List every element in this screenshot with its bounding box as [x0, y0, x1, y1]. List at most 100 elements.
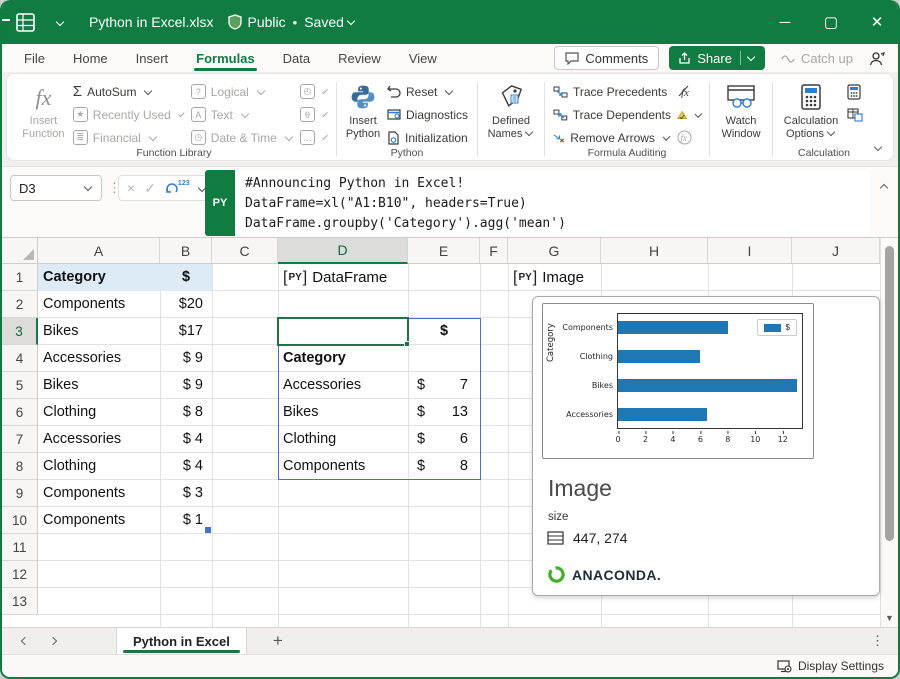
cell-d7[interactable]: Clothing	[278, 426, 408, 453]
cell-a8[interactable]: Clothing	[38, 453, 160, 480]
sheet-tab-python-in-excel[interactable]: Python in Excel	[116, 628, 247, 654]
calculation-options-button[interactable]: Calculation Options	[778, 80, 844, 143]
cell-d4[interactable]: Category	[278, 345, 408, 372]
trace-dependents-button[interactable]: Trace Dependents	[550, 104, 674, 125]
cancel-icon[interactable]: ×	[127, 180, 135, 196]
tab-data[interactable]: Data	[279, 44, 314, 72]
column-header-g[interactable]: G	[508, 238, 601, 264]
cell-e5[interactable]: $7	[408, 372, 480, 399]
lookup-reference-button[interactable]: ◴	[297, 81, 331, 102]
add-sheet-button[interactable]: +	[247, 628, 309, 654]
name-box[interactable]: D3	[10, 175, 102, 201]
row-header-6[interactable]: 6	[2, 399, 38, 426]
row-header-1[interactable]: 1	[2, 264, 38, 291]
python-image-card[interactable]: Category Components Clothing Bikes Acces…	[532, 296, 880, 596]
cell-b2[interactable]: $20	[160, 291, 212, 318]
people-icon[interactable]	[869, 51, 886, 66]
calculate-now-button[interactable]	[844, 81, 870, 102]
cell-a5[interactable]: Bikes	[38, 372, 160, 399]
cell-b8[interactable]: $ 4	[160, 453, 212, 480]
cell-b9[interactable]: $ 3	[160, 480, 212, 507]
cell-d5[interactable]: Accessories	[278, 372, 408, 399]
cell-g1[interactable]: PY Image	[508, 264, 601, 291]
cell-e7[interactable]: $6	[408, 426, 480, 453]
more-functions-button[interactable]: …	[297, 127, 331, 148]
watch-window-button[interactable]: Watch Window	[718, 80, 763, 143]
range-corner-handle[interactable]	[205, 527, 211, 533]
tab-view[interactable]: View	[405, 44, 441, 72]
select-all-button[interactable]	[2, 238, 38, 264]
minimize-button[interactable]: ─	[762, 0, 808, 44]
defined-names-button[interactable]: Defined Names	[485, 80, 538, 143]
comments-button[interactable]: Comments	[554, 46, 659, 70]
row-header-9[interactable]: 9	[2, 480, 38, 507]
cell-a6[interactable]: Clothing	[38, 399, 160, 426]
close-button[interactable]: ✕	[854, 0, 900, 44]
cell-b6[interactable]: $ 8	[160, 399, 212, 426]
quick-access-chevron-icon[interactable]	[57, 19, 63, 25]
column-header-d[interactable]: D	[278, 238, 408, 264]
recently-used-button[interactable]: ★ Recently Used	[70, 104, 188, 125]
column-header-e[interactable]: E	[408, 238, 480, 264]
scrollbar-thumb[interactable]	[885, 246, 894, 541]
cell-a3[interactable]: Bikes	[38, 318, 160, 345]
formula-input[interactable]: #Announcing Python in Excel! DataFrame=x…	[235, 170, 870, 236]
cell-a4[interactable]: Accessories	[38, 345, 160, 372]
cell-b5[interactable]: $ 9	[160, 372, 212, 399]
error-checking-button[interactable]	[674, 104, 706, 125]
column-header-i[interactable]: I	[708, 238, 792, 264]
autosum-button[interactable]: Σ AutoSum	[70, 81, 188, 102]
diagnostics-button[interactable]: Diagnostics	[384, 104, 471, 125]
save-status[interactable]: Saved	[304, 14, 344, 30]
financial-button[interactable]: ≣ Financial	[70, 127, 188, 148]
row-header-3[interactable]: 3	[2, 318, 38, 345]
cell-d8[interactable]: Components	[278, 453, 408, 480]
calculate-sheet-button[interactable]	[844, 104, 870, 125]
row-header-11[interactable]: 11	[2, 534, 38, 561]
cell-e3[interactable]: $	[408, 318, 480, 345]
cell-d1[interactable]: PY DataFrame	[278, 264, 408, 291]
tab-file[interactable]: File	[20, 44, 49, 72]
save-status-chevron-icon[interactable]	[347, 17, 355, 25]
row-header-4[interactable]: 4	[2, 345, 38, 372]
column-header-j[interactable]: J	[792, 238, 880, 264]
cell-b7[interactable]: $ 4	[160, 426, 212, 453]
text-button[interactable]: A Text	[188, 104, 297, 125]
sheet-next-icon[interactable]	[49, 637, 57, 645]
remove-arrows-button[interactable]: Remove Arrows	[550, 127, 674, 148]
cell-e8[interactable]: $8	[408, 453, 480, 480]
tab-insert[interactable]: Insert	[132, 44, 173, 72]
logical-button[interactable]: ? Logical	[188, 81, 297, 102]
insert-python-button[interactable]: Insert Python	[342, 80, 384, 143]
row-header-8[interactable]: 8	[2, 453, 38, 480]
ribbon-collapse-chevron-icon[interactable]	[874, 143, 882, 151]
python-output-icon[interactable]: 123	[165, 182, 190, 195]
row-header-12[interactable]: 12	[2, 561, 38, 588]
date-time-button[interactable]: ◷ Date & Time	[188, 127, 297, 148]
tab-home[interactable]: Home	[69, 44, 112, 72]
tab-review[interactable]: Review	[334, 44, 385, 72]
column-header-b[interactable]: B	[160, 238, 212, 264]
column-header-c[interactable]: C	[212, 238, 278, 264]
row-header-13[interactable]: 13	[2, 588, 38, 615]
sheet-options-icon[interactable]: ⋮	[871, 628, 898, 654]
cell-a2[interactable]: Components	[38, 291, 160, 318]
cell-a10[interactable]: Components	[38, 507, 160, 534]
initialization-button[interactable]: Initialization	[384, 127, 471, 148]
row-header-5[interactable]: 5	[2, 372, 38, 399]
cell-a9[interactable]: Components	[38, 480, 160, 507]
cell-a1[interactable]: Category	[38, 264, 160, 291]
row-header-10[interactable]: 10	[2, 507, 38, 534]
column-header-a[interactable]: A	[38, 238, 160, 264]
cell-a7[interactable]: Accessories	[38, 426, 160, 453]
row-header-7[interactable]: 7	[2, 426, 38, 453]
column-header-h[interactable]: H	[601, 238, 708, 264]
evaluate-formula-button[interactable]: fx	[674, 127, 706, 148]
cell-b4[interactable]: $ 9	[160, 345, 212, 372]
maximize-button[interactable]: ▢	[808, 0, 854, 44]
enter-icon[interactable]: ✓	[144, 180, 156, 197]
tab-formulas[interactable]: Formulas	[192, 44, 259, 72]
scroll-down-icon[interactable]: ▼	[885, 613, 894, 623]
excel-app-icon[interactable]	[16, 13, 35, 32]
reset-button[interactable]: Reset	[384, 81, 471, 102]
